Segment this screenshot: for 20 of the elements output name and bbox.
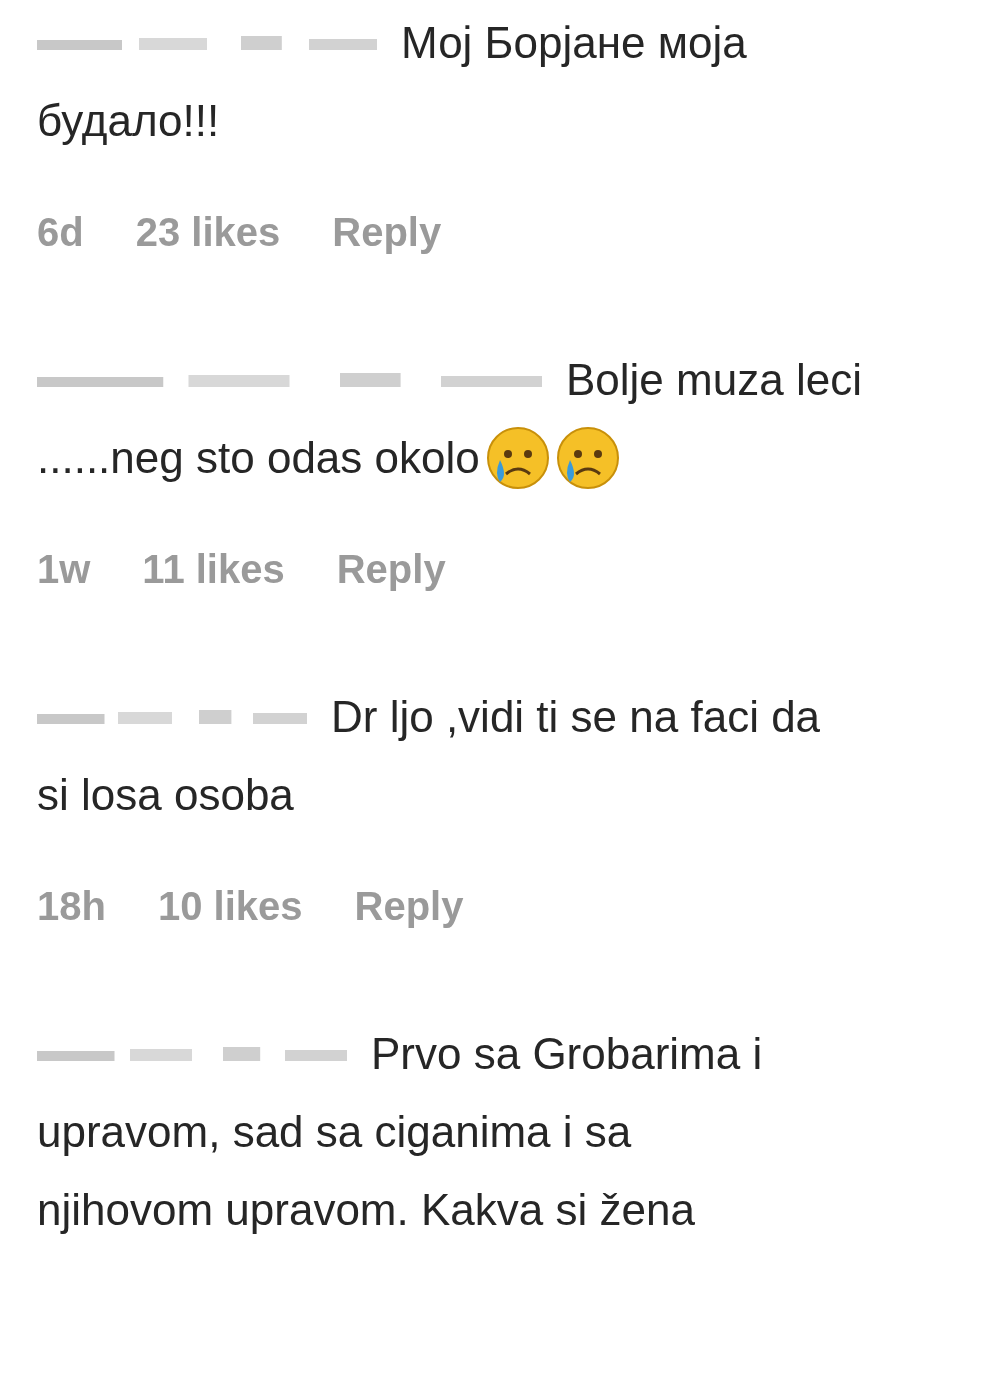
comment-text: ......neg sto odas okolo [37, 433, 480, 483]
like-count[interactable]: 10 likes [157, 884, 303, 929]
comment-text: upravom, sad sa ciganima i sa [37, 1107, 632, 1157]
comment-text: Bolje muza leci [566, 355, 862, 405]
comment-text: si losa osoba [37, 770, 294, 820]
like-count[interactable]: 23 likes [135, 210, 281, 255]
reply-link[interactable]: Reply [336, 547, 446, 592]
comment-text: njihovom upravom. Kakva si žena [37, 1185, 695, 1235]
crying-face-icon [485, 426, 550, 490]
comment-text: будало!!! [37, 96, 220, 146]
comment-text: Prvo sa Grobarima i [371, 1029, 763, 1079]
comment-text: Мој Борјане моја [401, 18, 747, 68]
reply-link[interactable]: Reply [354, 884, 464, 929]
comment-text: Dr ljo ,vidi ti se na faci da [331, 692, 821, 742]
like-count[interactable]: 11 likes [142, 547, 285, 592]
comment-time: 6d [37, 210, 84, 255]
comment-time: 1w [37, 547, 91, 592]
comment-time: 18h [37, 884, 106, 929]
reply-link[interactable]: Reply [332, 210, 442, 255]
crying-face-icon [555, 426, 620, 490]
